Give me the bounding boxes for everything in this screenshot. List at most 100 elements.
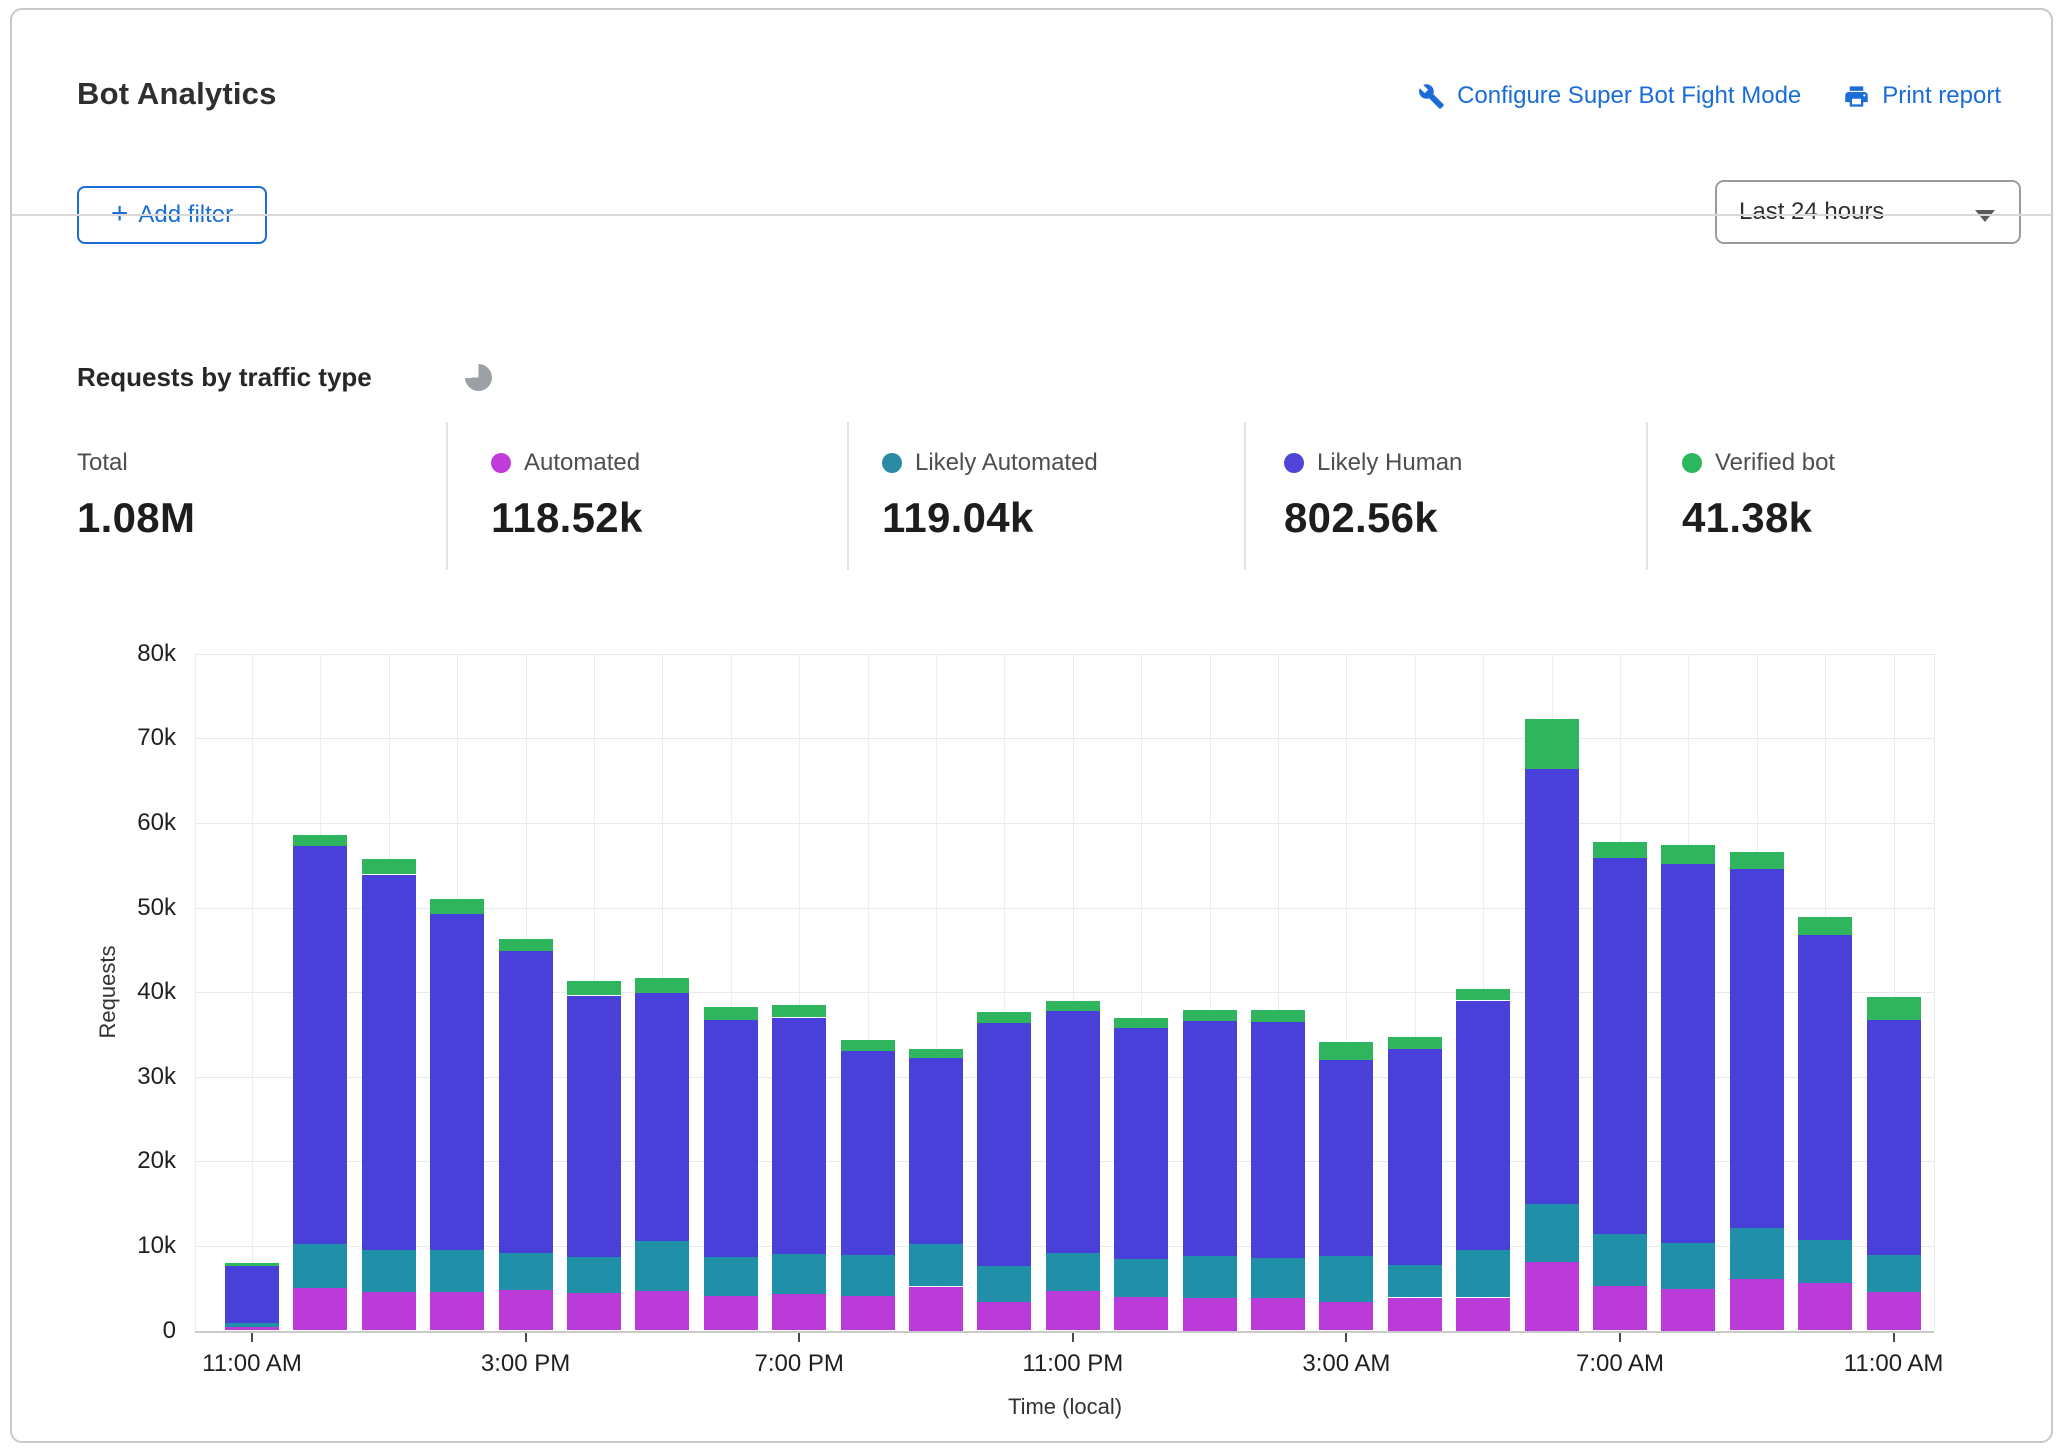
bar-segment-likely-automated[interactable] <box>293 1244 347 1288</box>
bar-segment-likely-automated[interactable] <box>704 1257 758 1296</box>
bar-segment-verified-bot[interactable] <box>1114 1018 1168 1028</box>
bar-segment-verified-bot[interactable] <box>1730 852 1784 869</box>
bar-segment-automated[interactable] <box>362 1292 416 1331</box>
bar-segment-verified-bot[interactable] <box>1319 1042 1373 1060</box>
bar-segment-verified-bot[interactable] <box>567 981 621 995</box>
bar-segment-likely-human[interactable] <box>1730 869 1784 1229</box>
bar-segment-verified-bot[interactable] <box>635 978 689 993</box>
bar-segment-automated[interactable] <box>499 1290 553 1331</box>
bar-segment-likely-human[interactable] <box>567 996 621 1257</box>
bar-segment-likely-automated[interactable] <box>1661 1243 1715 1289</box>
bar-segment-automated[interactable] <box>430 1292 484 1330</box>
bar-segment-automated[interactable] <box>909 1287 963 1331</box>
bar-segment-verified-bot[interactable] <box>1456 989 1510 1001</box>
bar-segment-likely-human[interactable] <box>362 875 416 1251</box>
bar-segment-automated[interactable] <box>1661 1289 1715 1331</box>
bar-segment-automated[interactable] <box>1525 1262 1579 1331</box>
bar-segment-automated[interactable] <box>841 1296 895 1331</box>
bar-segment-likely-human[interactable] <box>1798 935 1852 1240</box>
bar-segment-likely-human[interactable] <box>293 846 347 1245</box>
bar-segment-likely-automated[interactable] <box>1319 1256 1373 1302</box>
bar-segment-automated[interactable] <box>1388 1298 1442 1331</box>
bar-segment-likely-human[interactable] <box>1867 1020 1921 1255</box>
bar-segment-likely-human[interactable] <box>1525 769 1579 1204</box>
bar-segment-likely-automated[interactable] <box>1593 1234 1647 1286</box>
bar-segment-likely-automated[interactable] <box>977 1266 1031 1302</box>
bar-segment-likely-human[interactable] <box>430 914 484 1250</box>
bar-segment-likely-human[interactable] <box>1183 1021 1237 1256</box>
bar-segment-automated[interactable] <box>1046 1291 1100 1331</box>
bar-segment-likely-automated[interactable] <box>225 1323 279 1327</box>
bar-segment-automated[interactable] <box>1114 1297 1168 1331</box>
bar-segment-verified-bot[interactable] <box>430 899 484 914</box>
bar-segment-automated[interactable] <box>1730 1279 1784 1331</box>
bar-segment-likely-automated[interactable] <box>1730 1228 1784 1279</box>
bar-segment-automated[interactable] <box>567 1293 621 1330</box>
bar-segment-automated[interactable] <box>1319 1302 1373 1331</box>
bar-segment-verified-bot[interactable] <box>841 1040 895 1051</box>
bar-segment-verified-bot[interactable] <box>1183 1010 1237 1021</box>
bar-segment-verified-bot[interactable] <box>1251 1010 1305 1022</box>
bar-segment-likely-automated[interactable] <box>1867 1255 1921 1291</box>
bar-segment-likely-human[interactable] <box>1046 1011 1100 1253</box>
bar-segment-automated[interactable] <box>635 1291 689 1331</box>
bar-segment-verified-bot[interactable] <box>1798 917 1852 935</box>
bar-segment-likely-automated[interactable] <box>635 1241 689 1291</box>
bar-segment-verified-bot[interactable] <box>1388 1037 1442 1049</box>
bar-segment-likely-automated[interactable] <box>1388 1265 1442 1297</box>
bar-segment-verified-bot[interactable] <box>1867 997 1921 1020</box>
bar-segment-likely-automated[interactable] <box>1251 1258 1305 1299</box>
bar-segment-verified-bot[interactable] <box>225 1263 279 1266</box>
bar-segment-likely-human[interactable] <box>1319 1060 1373 1256</box>
bar-segment-automated[interactable] <box>1183 1298 1237 1331</box>
bar-segment-likely-automated[interactable] <box>430 1250 484 1292</box>
bar-segment-likely-automated[interactable] <box>499 1253 553 1290</box>
bar-segment-likely-human[interactable] <box>1251 1022 1305 1258</box>
x-tick-mark <box>525 1333 527 1342</box>
bar-segment-verified-bot[interactable] <box>1525 719 1579 769</box>
bar-segment-verified-bot[interactable] <box>909 1049 963 1058</box>
bar-segment-likely-human[interactable] <box>499 951 553 1253</box>
bar-segment-likely-automated[interactable] <box>567 1257 621 1293</box>
bar-segment-verified-bot[interactable] <box>499 939 553 951</box>
bar-segment-automated[interactable] <box>772 1294 826 1330</box>
bar-segment-likely-human[interactable] <box>1661 864 1715 1243</box>
bar-segment-likely-human[interactable] <box>635 993 689 1241</box>
bar-segment-verified-bot[interactable] <box>362 859 416 874</box>
bar-segment-likely-human[interactable] <box>704 1020 758 1257</box>
bar-segment-likely-human[interactable] <box>1388 1049 1442 1266</box>
bar-segment-verified-bot[interactable] <box>1046 1001 1100 1011</box>
bar-segment-automated[interactable] <box>1251 1298 1305 1330</box>
bar-segment-verified-bot[interactable] <box>977 1012 1031 1023</box>
bar-segment-likely-human[interactable] <box>977 1023 1031 1266</box>
bar-segment-verified-bot[interactable] <box>293 835 347 846</box>
bar-segment-automated[interactable] <box>293 1288 347 1330</box>
bar-segment-likely-human[interactable] <box>772 1018 826 1255</box>
bar-segment-automated[interactable] <box>1456 1298 1510 1331</box>
bar-segment-likely-human[interactable] <box>909 1058 963 1244</box>
bar-segment-likely-human[interactable] <box>1456 1001 1510 1251</box>
bar-segment-automated[interactable] <box>704 1296 758 1331</box>
bar-segment-verified-bot[interactable] <box>1593 842 1647 858</box>
bar-segment-automated[interactable] <box>1593 1286 1647 1331</box>
bar-segment-likely-automated[interactable] <box>1046 1253 1100 1291</box>
bar-segment-likely-automated[interactable] <box>772 1254 826 1294</box>
bar-segment-likely-automated[interactable] <box>1183 1256 1237 1298</box>
bar-segment-automated[interactable] <box>1867 1292 1921 1331</box>
bar-segment-automated[interactable] <box>1798 1283 1852 1330</box>
bar-segment-automated[interactable] <box>977 1302 1031 1331</box>
bar-segment-likely-human[interactable] <box>1114 1028 1168 1260</box>
bar-segment-likely-human[interactable] <box>225 1266 279 1323</box>
bar-segment-likely-automated[interactable] <box>1456 1250 1510 1297</box>
bar-segment-likely-automated[interactable] <box>362 1250 416 1292</box>
bar-segment-verified-bot[interactable] <box>772 1005 826 1018</box>
bar-segment-likely-automated[interactable] <box>1798 1240 1852 1283</box>
bar-segment-verified-bot[interactable] <box>704 1007 758 1020</box>
bar-segment-verified-bot[interactable] <box>1661 845 1715 865</box>
bar-segment-likely-human[interactable] <box>1593 858 1647 1235</box>
bar-segment-likely-automated[interactable] <box>909 1244 963 1286</box>
bar-segment-likely-automated[interactable] <box>1114 1259 1168 1296</box>
bar-segment-likely-automated[interactable] <box>841 1255 895 1296</box>
bar-segment-likely-automated[interactable] <box>1525 1204 1579 1262</box>
bar-segment-likely-human[interactable] <box>841 1051 895 1255</box>
